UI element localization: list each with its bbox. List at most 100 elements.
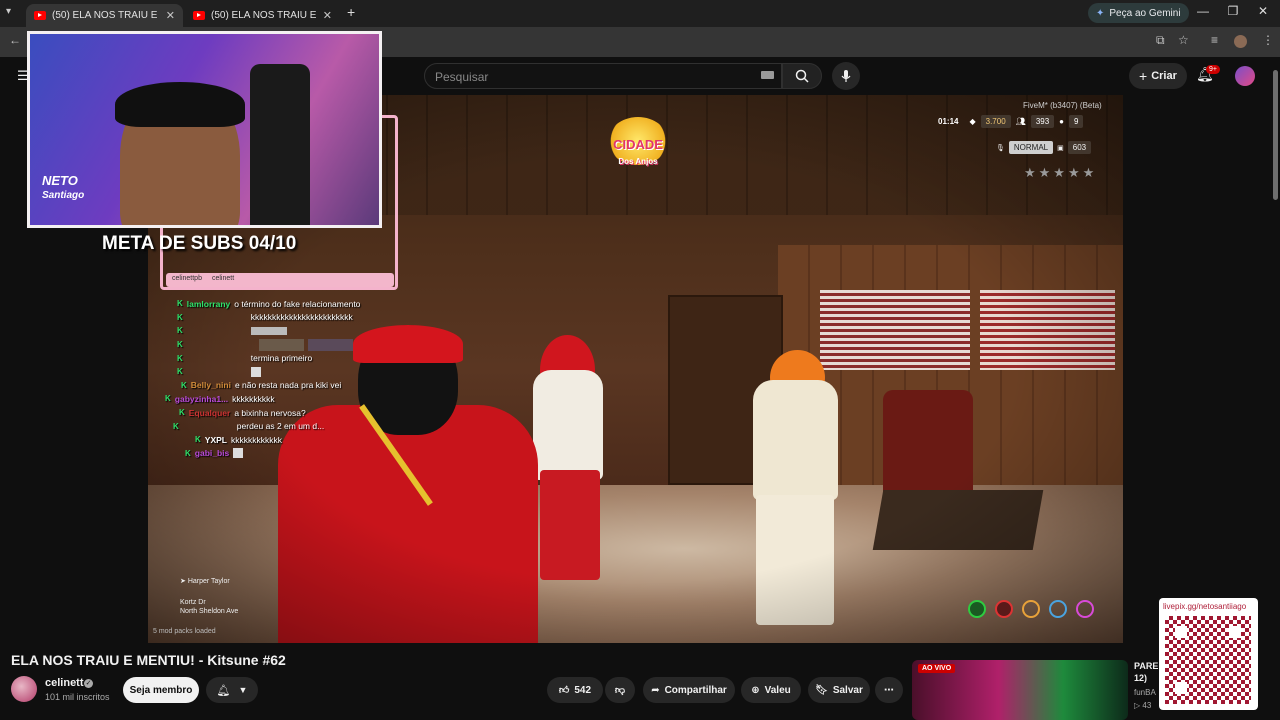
city-logo-subtitle: Dos Anjos bbox=[618, 157, 658, 166]
chat-text: kkkkkkkkkkkkkkkkkkkkkkkk bbox=[250, 312, 353, 323]
gemini-label: Peça ao Gemini bbox=[1109, 7, 1181, 19]
emote-image bbox=[258, 338, 304, 351]
thanks-button[interactable]: ⊕ Valeu bbox=[741, 677, 801, 703]
gemini-button[interactable]: ✦ Peça ao Gemini bbox=[1088, 3, 1189, 23]
recommended-video-title[interactable]: PARE 12) bbox=[1134, 660, 1158, 684]
account-avatar[interactable] bbox=[1235, 66, 1255, 86]
hud-time: 01:14 bbox=[938, 117, 959, 126]
restore-icon[interactable]: ❐ bbox=[1218, 4, 1248, 18]
street-label: Kortz Dr North Sheldon Ave bbox=[180, 598, 238, 616]
dislike-button[interactable]: 👎︎ bbox=[605, 677, 635, 703]
profile-avatar-icon[interactable] bbox=[1234, 35, 1247, 48]
subscription-bell-button[interactable]: 🔔︎ ▼ bbox=[206, 677, 258, 703]
tab-title: (50) ELA NOS TRAIU E MENTIU! bbox=[52, 10, 160, 21]
subs-goal-label: META DE SUBS 04/10 bbox=[102, 233, 297, 254]
bookmark-star-icon[interactable]: ☆ bbox=[1178, 33, 1189, 47]
kick-icon: K bbox=[179, 408, 185, 418]
channel-name[interactable]: celinett bbox=[45, 677, 84, 689]
verified-check-icon: ✓ bbox=[84, 679, 93, 688]
recommended-video-thumbnail[interactable]: AO VIVO bbox=[912, 660, 1128, 720]
chat-message: K bbox=[165, 338, 375, 352]
channel-avatar[interactable] bbox=[11, 676, 37, 702]
bookmark-icon: 🔖︎ bbox=[815, 684, 828, 696]
players-icon: 👥︎ bbox=[1015, 117, 1026, 126]
search-button[interactable] bbox=[782, 63, 822, 89]
youtube-favicon-icon bbox=[193, 11, 205, 20]
emote-image bbox=[250, 366, 261, 377]
kick-icon: K bbox=[177, 312, 183, 322]
npc-name-label: ➤ Harper Taylor bbox=[180, 577, 230, 585]
browser-tab-active[interactable]: (50) ELA NOS TRAIU E MENTIU! ✕ bbox=[26, 4, 183, 27]
chat-message: K Equalquer a bixinha nervosa? bbox=[165, 406, 375, 420]
microphone-icon bbox=[841, 70, 851, 82]
gaming-chair bbox=[250, 64, 310, 225]
create-label: Criar bbox=[1151, 70, 1177, 82]
chat-user: Equalquer bbox=[188, 407, 231, 418]
share-button[interactable]: ➦ Compartilhar bbox=[643, 677, 735, 703]
street-area: North Sheldon Ave bbox=[180, 608, 239, 615]
create-button[interactable]: + Criar bbox=[1129, 63, 1187, 89]
back-arrow-icon[interactable]: ← bbox=[9, 33, 21, 47]
share-label: Compartilhar bbox=[664, 684, 727, 696]
gemini-sparkle-icon: ✦ bbox=[1096, 7, 1105, 19]
window-close-icon[interactable]: ✕ bbox=[1248, 4, 1278, 18]
thanks-icon: ⊕ bbox=[751, 684, 760, 696]
chat-user: gabi_bis bbox=[194, 448, 230, 459]
hud-players: 393 bbox=[1030, 115, 1055, 128]
recommended-channel: funBA bbox=[1134, 688, 1156, 697]
kick-icon: K bbox=[177, 367, 183, 377]
plus-icon: + bbox=[1139, 68, 1148, 84]
kick-icon: K bbox=[181, 380, 187, 390]
like-count: 542 bbox=[574, 684, 592, 696]
search-icon bbox=[795, 69, 809, 83]
save-button[interactable]: 🔖︎ Salvar bbox=[808, 677, 870, 703]
compass-icon: ➤ bbox=[180, 578, 188, 585]
diamond-icon: ◆ bbox=[969, 117, 976, 126]
install-app-icon[interactable]: ⧉ bbox=[1156, 33, 1165, 48]
tab-title: (50) ELA NOS TRAIU E MENTIU! bbox=[211, 10, 317, 21]
search-input[interactable]: Pesquisar bbox=[424, 63, 782, 89]
armor-icon bbox=[995, 600, 1013, 618]
health-icon bbox=[968, 600, 986, 618]
thumbs-down-icon: 👎︎ bbox=[614, 685, 626, 696]
streamer-logo-line1: NETO bbox=[42, 173, 78, 188]
tab-search-chevron-icon[interactable]: ▾ bbox=[6, 6, 11, 17]
more-actions-button[interactable]: ⋯ bbox=[875, 677, 903, 703]
scrollbar-thumb[interactable] bbox=[1273, 70, 1278, 200]
voice-search-button[interactable] bbox=[832, 62, 860, 90]
kick-icon: K bbox=[195, 435, 201, 445]
kick-icon: K bbox=[185, 448, 191, 458]
hud-id: 603 bbox=[1067, 141, 1092, 154]
kick-icon: K bbox=[177, 299, 183, 309]
live-badge: AO VIVO bbox=[918, 664, 956, 673]
tab-close-icon[interactable]: ✕ bbox=[323, 9, 332, 22]
like-button[interactable]: 👍︎ 542 bbox=[547, 677, 603, 703]
keyboard-icon[interactable] bbox=[761, 71, 774, 79]
new-tab-plus-icon[interactable]: + bbox=[347, 4, 355, 20]
bell-icon: 🔔︎ bbox=[216, 684, 231, 697]
fivem-version-label: FiveM* (b3407) (Beta) bbox=[1023, 101, 1102, 110]
chat-text: perdeu as 2 em um d... bbox=[236, 421, 325, 432]
media-control-icon[interactable]: ≡ bbox=[1211, 33, 1218, 47]
browser-menu-icon[interactable]: ⋮ bbox=[1262, 33, 1274, 47]
minimize-icon[interactable]: — bbox=[1188, 4, 1218, 18]
wanted-stars: ★★★★★ bbox=[1024, 165, 1098, 180]
tab-close-icon[interactable]: ✕ bbox=[166, 9, 175, 22]
chat-message: K bbox=[165, 365, 375, 379]
hud-voice-mode: NORMAL bbox=[1008, 141, 1054, 154]
city-logo-title: CIDADE bbox=[613, 137, 663, 152]
qr-code-icon bbox=[1165, 616, 1251, 704]
browser-tab[interactable]: (50) ELA NOS TRAIU E MENTIU! ✕ bbox=[185, 4, 340, 27]
person-icon: ● bbox=[1059, 117, 1065, 126]
id-card-icon: ▣ bbox=[1057, 144, 1064, 152]
hud-stats-row: 01:14 ◆ 3.700 👥︎ 393 ● 9 bbox=[938, 115, 1084, 128]
share-arrow-icon: ➦ bbox=[651, 684, 660, 696]
join-button[interactable]: Seja membro bbox=[123, 677, 199, 703]
streamer-cap bbox=[115, 82, 245, 127]
stamina-icon bbox=[1076, 600, 1094, 618]
emote-image bbox=[233, 448, 244, 459]
chat-text: kkkkkkkkkkkk bbox=[230, 434, 282, 445]
social-handle: celinett bbox=[211, 275, 235, 282]
thumbs-up-icon: 👍︎ bbox=[558, 685, 570, 696]
youtube-favicon-icon bbox=[34, 11, 46, 20]
